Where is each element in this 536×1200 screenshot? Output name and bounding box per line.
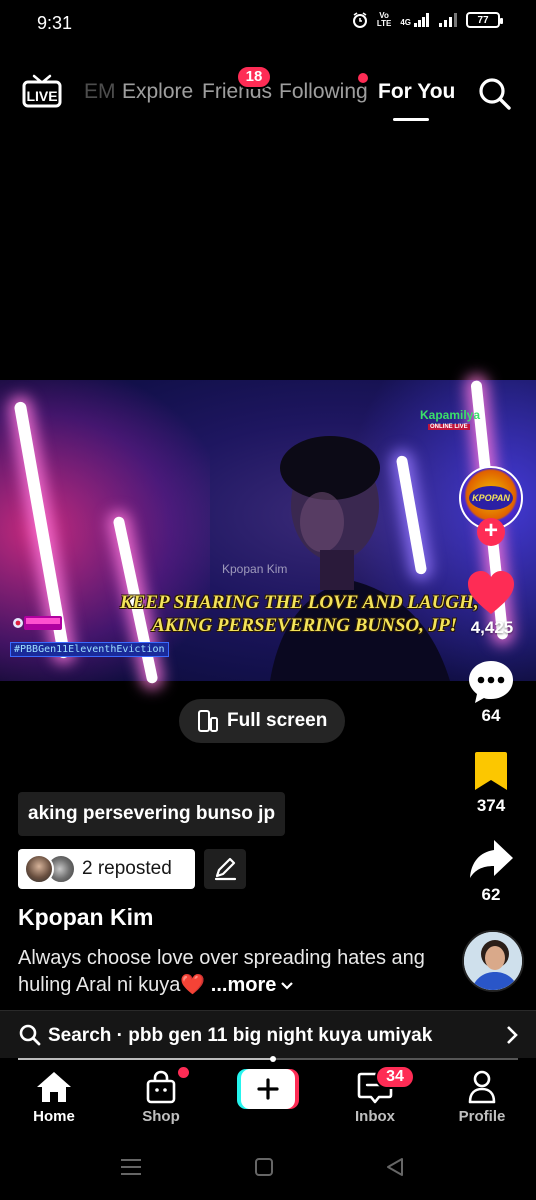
inbox-badge: 34 — [375, 1065, 415, 1089]
battery-icon: 77 — [466, 12, 503, 28]
creator-logo-text: KPOPAN — [469, 486, 513, 510]
tab-home-label: Home — [33, 1108, 75, 1125]
tab-shop-label: Shop — [142, 1108, 180, 1125]
alarm-icon — [352, 12, 367, 28]
shop-notification-dot — [178, 1067, 189, 1078]
tab-following[interactable]: Following — [279, 80, 368, 104]
heart-emoji: ❤️ — [180, 974, 206, 996]
like-count: 4,425 — [470, 618, 514, 637]
related-search-text: Search · pbb gen 11 big night kuya umiya… — [48, 1025, 433, 1046]
video-progress-fill — [18, 1058, 273, 1060]
friends-badge: 18 — [236, 65, 272, 89]
person-silhouette — [270, 436, 450, 681]
bottom-tab-bar: Home Shop Inbox Profile — [0, 1062, 536, 1136]
repost-avatars — [24, 853, 80, 885]
tab-for-you[interactable]: For You — [378, 80, 455, 104]
svg-text:LIVE: LIVE — [26, 88, 57, 104]
profile-icon — [468, 1070, 496, 1104]
share-icon[interactable] — [468, 838, 514, 880]
bookmark-count: 374 — [476, 796, 506, 815]
active-tab-indicator — [393, 118, 429, 121]
heart-icon[interactable] — [466, 570, 516, 616]
comment-count: 64 — [481, 706, 501, 725]
share-count: 62 — [481, 885, 501, 904]
pencil-icon — [214, 857, 237, 881]
fullscreen-label: Full screen — [227, 710, 328, 731]
tab-home[interactable]: Home — [14, 1062, 94, 1136]
status-bar: 9:31 Vo LTE 4G 77 — [0, 0, 536, 48]
home-icon — [37, 1072, 71, 1102]
following-dot — [358, 73, 368, 83]
sound-avatar[interactable] — [462, 930, 524, 992]
home-nav-icon[interactable] — [254, 1157, 274, 1177]
broadcaster-logo: Kapamilya — [420, 408, 481, 422]
show-logo-icon — [13, 616, 62, 630]
tab-explore[interactable]: Explore — [122, 80, 193, 104]
signal-icon — [439, 13, 457, 27]
recents-icon[interactable] — [120, 1158, 142, 1176]
repost-label: 2 reposted — [82, 858, 172, 879]
follow-plus-button[interactable]: + — [477, 518, 505, 546]
live-tv-icon[interactable]: LIVE — [22, 74, 62, 108]
video-progress-bar[interactable] — [18, 1056, 518, 1062]
repost-chip[interactable]: 2 reposted — [18, 849, 195, 889]
tab-shop[interactable]: Shop — [121, 1062, 201, 1136]
repost-avatar — [24, 854, 54, 884]
hashtag-overlay: #PBBGen11EleventhEviction — [10, 642, 169, 657]
comment-icon[interactable] — [467, 659, 515, 705]
rotate-phone-icon — [198, 710, 218, 732]
status-icons: Vo LTE 4G 77 — [352, 11, 503, 28]
chevron-down-icon[interactable] — [280, 981, 294, 991]
related-search-bar[interactable]: Search · pbb gen 11 big night kuya umiya… — [0, 1010, 536, 1058]
username[interactable]: Kpopan Kim — [18, 904, 153, 931]
shop-bag-icon — [146, 1070, 176, 1104]
top-nav: LIVE EM Explore Friends 18 Following For… — [0, 60, 536, 122]
volte-indicator: Vo LTE — [376, 11, 392, 28]
search-icon — [19, 1024, 41, 1046]
status-time: 9:31 — [37, 13, 73, 33]
search-icon[interactable] — [476, 75, 512, 111]
more-link[interactable]: ...more — [205, 974, 277, 996]
channel-watermark: Kpopan Kim — [222, 562, 288, 576]
sound-avatar-image — [464, 932, 522, 990]
video-caption-line: AKING PERSEVERING BUNSO, JP! — [152, 615, 458, 636]
fullscreen-button[interactable]: Full screen — [179, 699, 345, 743]
post-caption[interactable]: Always choose love over spreading hates … — [18, 945, 438, 999]
broadcaster-sub: ONLINE LIVE — [428, 424, 470, 430]
bookmark-icon[interactable] — [474, 750, 508, 792]
create-plus-button[interactable] — [237, 1069, 299, 1109]
chevron-right-icon — [507, 1026, 518, 1044]
tab-profile-label: Profile — [458, 1108, 506, 1125]
tab-partial[interactable]: EM — [84, 80, 116, 104]
signal-4g-icon: 4G — [400, 13, 430, 27]
video-caption-line: KEEP SHARING THE LOVE AND LAUGH, — [120, 592, 479, 613]
tab-inbox-label: Inbox — [355, 1108, 395, 1125]
edit-button[interactable] — [204, 849, 246, 889]
search-tag-chip[interactable]: aking persevering bunso jp — [18, 792, 286, 836]
system-nav-bar — [0, 1136, 536, 1200]
tab-profile[interactable]: Profile — [442, 1062, 522, 1136]
back-icon[interactable] — [385, 1157, 405, 1177]
